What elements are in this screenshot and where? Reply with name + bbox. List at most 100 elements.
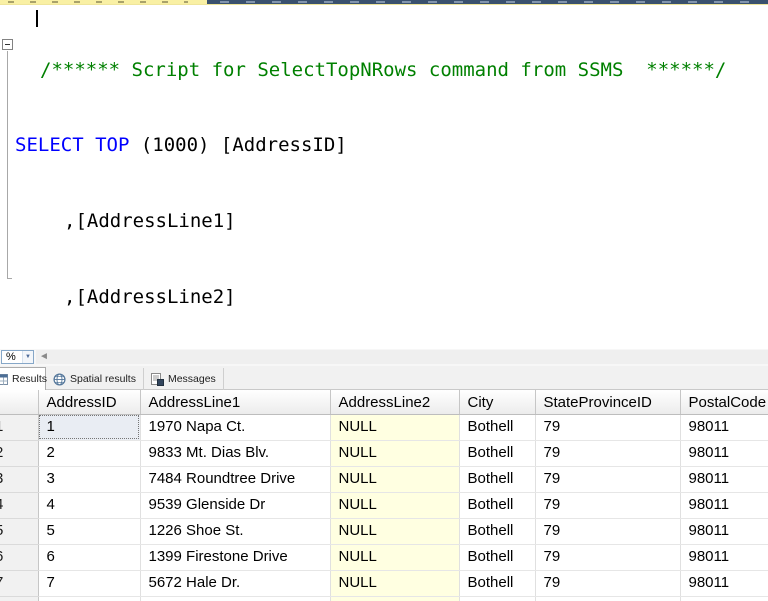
cell-stateprovinceid[interactable]: 79 [535,492,681,519]
cell-stateprovinceid[interactable]: 79 [535,544,681,571]
cell-postalcode[interactable]: 98011 [680,596,768,601]
table-row: 2 2 9833 Mt. Dias Blv. NULL Bothell 79 9… [0,440,768,467]
cell-addressline1[interactable]: 1399 Firestone Drive [140,544,331,571]
cell-addressid[interactable]: 3 [38,466,141,493]
row-header[interactable]: 4 [0,492,39,519]
table-row: 3 3 7484 Roundtree Drive NULL Bothell 79… [0,466,768,493]
col-header-addressline1[interactable]: AddressLine1 [140,390,331,415]
col-header-postalcode[interactable]: PostalCode [680,390,768,415]
col-header-addressid[interactable]: AddressID [38,390,141,415]
row-header[interactable]: 3 [0,466,39,493]
tab-text-remnant [8,1,188,3]
cell-addressline2[interactable]: NULL [330,492,460,519]
cell-addressline1[interactable]: 9833 Mt. Dias Blv. [140,440,331,467]
cell-postalcode[interactable]: 98011 [680,440,768,467]
grid-corner-cell[interactable] [0,390,39,415]
cell-postalcode[interactable]: 98011 [680,518,768,545]
cell-city[interactable]: Bothell [459,492,536,519]
cell-city[interactable]: Bothell [459,544,536,571]
combo-dropdown-button[interactable]: ▼ [22,351,33,363]
table-row: 1 1 1970 Napa Ct. NULL Bothell 79 98011 [0,414,768,441]
col-header-stateprovinceid[interactable]: StateProvinceID [535,390,681,415]
horizontal-scrollbar[interactable]: ◄ [36,350,768,364]
table-row: 5 5 1226 Shoe St. NULL Bothell 79 98011 [0,518,768,545]
tab-spatial-results[interactable]: Spatial results [46,368,144,390]
globe-icon [53,372,66,386]
cell-addressid[interactable]: 2 [38,440,141,467]
results-table: AddressID AddressLine1 AddressLine2 City… [0,390,768,601]
tab-results[interactable]: Results [0,367,48,390]
row-header[interactable]: 7 [0,570,39,597]
cell-stateprovinceid[interactable]: 79 [535,440,681,467]
cell-city[interactable]: Bothell [459,596,536,601]
messages-icon [150,372,164,386]
results-tab-bar: Results Spatial results Messages [0,366,768,390]
cell-addressline1[interactable]: 9539 Glenside Dr [140,492,331,519]
scroll-left-arrow-icon[interactable]: ◄ [39,351,49,363]
cell-stateprovinceid[interactable]: 79 [535,466,681,493]
code-collapse-minus-icon[interactable] [2,39,13,50]
cell-addressline1[interactable]: 6387 Scenic Avenue [140,596,331,601]
tab-spatial-results-label: Spatial results [70,373,136,385]
cell-addressline2[interactable]: NULL [330,466,460,493]
sql-keyword-select-top: SELECT TOP [15,134,130,157]
row-header[interactable]: 1 [0,414,39,441]
col-header-city[interactable]: City [459,390,536,415]
zoom-combo-value: % [6,351,16,363]
cell-postalcode[interactable]: 98011 [680,492,768,519]
cell-addressline1[interactable]: 5672 Hale Dr. [140,570,331,597]
cell-addressid[interactable]: 5 [38,518,141,545]
editor-zoom-combo[interactable]: % ▼ [1,350,34,364]
cell-city[interactable]: Bothell [459,466,536,493]
tab-results-label: Results [12,373,48,385]
cell-postalcode[interactable]: 98011 [680,570,768,597]
col-header-addressline2[interactable]: AddressLine2 [330,390,460,415]
cell-addressline2[interactable]: NULL [330,570,460,597]
cell-addressline1[interactable]: 1970 Napa Ct. [140,414,331,441]
code-line-select: SELECT TOP (1000) [AddressID] [0,133,768,158]
cell-postalcode[interactable]: 98011 [680,544,768,571]
cell-addressid[interactable]: 7 [38,570,141,597]
cell-stateprovinceid[interactable]: 79 [535,570,681,597]
cell-city[interactable]: Bothell [459,570,536,597]
row-header[interactable]: 8 [0,596,39,601]
results-grid-icon [0,373,8,385]
cell-stateprovinceid[interactable]: 79 [535,414,681,441]
cell-city[interactable]: Bothell [459,414,536,441]
cell-city[interactable]: Bothell [459,440,536,467]
table-row: 6 6 1399 Firestone Drive NULL Bothell 79… [0,544,768,571]
cell-stateprovinceid[interactable]: 79 [535,596,681,601]
chevron-down-icon: ▼ [25,354,31,360]
tab-messages-label: Messages [167,373,216,385]
sql-editor[interactable]: /****** Script for SelectTopNRows comman… [0,5,768,601]
cell-stateprovinceid[interactable]: 79 [535,518,681,545]
row-header[interactable]: 5 [0,518,39,545]
table-row-partial: 8 8 6387 Scenic Avenue NULL Bothell 79 9… [0,596,768,601]
table-row: 7 7 5672 Hale Dr. NULL Bothell 79 98011 [0,570,768,597]
cell-addressline1[interactable]: 7484 Roundtree Drive [140,466,331,493]
cell-addressline2[interactable]: NULL [330,414,460,441]
titlebar-text-remnant [220,1,760,3]
text-caret [36,10,38,27]
inactive-tabs-row: Spatial results Messages [46,368,224,390]
editor-hscroll-row: % ▼ ◄ [0,349,768,366]
grid-header-row: AddressID AddressLine1 AddressLine2 City… [0,390,768,415]
cell-addressline2[interactable]: NULL [330,596,460,601]
cell-addressid-selected[interactable]: 1 [38,414,141,441]
cell-addressline2[interactable]: NULL [330,518,460,545]
cell-addressline2[interactable]: NULL [330,440,460,467]
tab-messages[interactable]: Messages [144,368,224,390]
cell-postalcode[interactable]: 98011 [680,414,768,441]
cell-addressline2[interactable]: NULL [330,544,460,571]
row-header[interactable]: 6 [0,544,39,571]
code-line-column: ,[AddressLine2] [0,285,768,310]
code-outline-tick [7,278,12,279]
cell-addressline1[interactable]: 1226 Shoe St. [140,518,331,545]
code-outline-line [7,51,8,278]
cell-city[interactable]: Bothell [459,518,536,545]
cell-postalcode[interactable]: 98011 [680,466,768,493]
row-header[interactable]: 2 [0,440,39,467]
cell-addressid[interactable]: 8 [38,596,141,601]
cell-addressid[interactable]: 4 [38,492,141,519]
cell-addressid[interactable]: 6 [38,544,141,571]
